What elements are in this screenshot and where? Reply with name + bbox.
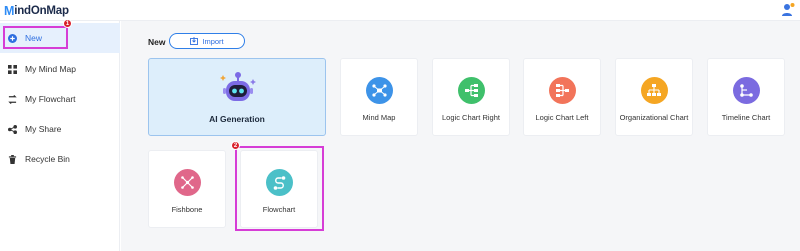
sidebar-item-my-flowchart[interactable]: My Flowchart bbox=[0, 84, 120, 114]
import-button[interactable]: Import bbox=[169, 33, 245, 49]
template-organizational-chart[interactable]: Organizational Chart bbox=[615, 58, 693, 136]
template-label: Timeline Chart bbox=[721, 113, 771, 122]
timeline-icon bbox=[732, 77, 760, 104]
user-avatar-button[interactable] bbox=[781, 2, 795, 17]
flowchart-icon bbox=[8, 94, 17, 104]
mind-map-icon bbox=[365, 77, 393, 104]
template-label: Fishbone bbox=[171, 205, 203, 214]
template-label: Logic Chart Right bbox=[442, 113, 500, 122]
sidebar-item-label: Recycle Bin bbox=[25, 154, 70, 164]
template-logic-chart-right[interactable]: Logic Chart Right bbox=[432, 58, 510, 136]
app-logo[interactable]: MindOnMap bbox=[4, 3, 69, 18]
sidebar-item-my-mind-map[interactable]: My Mind Map bbox=[0, 54, 120, 84]
trash-icon bbox=[8, 154, 17, 164]
top-header: MindOnMap bbox=[0, 0, 800, 21]
section-title: New bbox=[148, 37, 166, 47]
org-chart-icon bbox=[640, 77, 668, 104]
logo-text: indOnMap bbox=[14, 4, 69, 17]
sidebar-item-recycle-bin[interactable]: Recycle Bin bbox=[0, 144, 120, 174]
template-label: Mind Map bbox=[362, 113, 396, 122]
template-label: Organizational Chart bbox=[619, 113, 689, 122]
share-icon bbox=[8, 124, 17, 134]
step-1-highlight bbox=[3, 26, 68, 49]
step-2-highlight bbox=[235, 146, 324, 231]
import-icon bbox=[190, 37, 199, 45]
template-timeline-chart[interactable]: Timeline Chart bbox=[707, 58, 785, 136]
template-logic-chart-left[interactable]: Logic Chart Left bbox=[523, 58, 601, 136]
template-label: Logic Chart Left bbox=[535, 113, 589, 122]
sidebar-item-label: My Share bbox=[25, 124, 62, 134]
logo-letter: M bbox=[4, 3, 15, 18]
fishbone-icon bbox=[173, 169, 201, 196]
step-2-badge: 2 bbox=[231, 141, 240, 150]
sidebar-item-label: My Flowchart bbox=[25, 94, 76, 104]
template-mind-map[interactable]: Mind Map bbox=[340, 58, 418, 136]
sidebar: New My Mind Map My Flowchart My Share Re… bbox=[0, 21, 120, 251]
import-label: Import bbox=[202, 36, 224, 46]
robot-icon bbox=[220, 72, 256, 101]
sidebar-item-label: My Mind Map bbox=[25, 64, 77, 74]
template-label: AI Generation bbox=[209, 114, 265, 124]
user-icon bbox=[782, 3, 795, 16]
mind-map-icon bbox=[8, 64, 17, 74]
logic-right-icon bbox=[457, 77, 485, 104]
template-fishbone[interactable]: Fishbone bbox=[148, 150, 226, 228]
logic-left-icon bbox=[548, 77, 576, 104]
sidebar-item-my-share[interactable]: My Share bbox=[0, 114, 120, 144]
template-ai-generation[interactable]: AI Generation bbox=[148, 58, 326, 136]
step-1-badge: 1 bbox=[63, 19, 72, 28]
